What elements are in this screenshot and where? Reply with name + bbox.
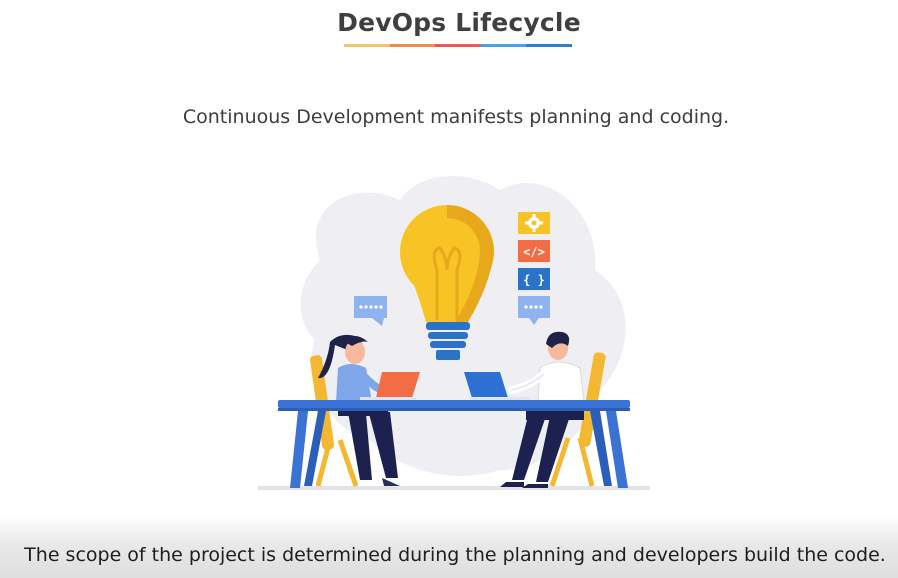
code-tag-icon: </> [518,240,550,262]
code-tag-symbol: </> [523,245,545,259]
floor-line [258,486,650,490]
gear-icon [518,212,550,234]
braces-symbol: { } [523,273,545,287]
braces-icon: { } [518,268,550,290]
caption-subtitle: The scope of the project is determined d… [24,544,886,566]
planning-coding-illustration: </> { } [258,176,650,490]
